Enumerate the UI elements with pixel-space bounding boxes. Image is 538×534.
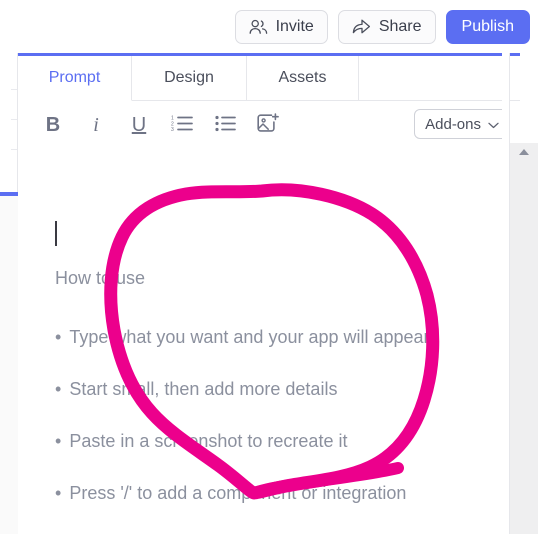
svg-text:3: 3 <box>171 127 174 132</box>
tab-prompt[interactable]: Prompt <box>18 56 132 101</box>
list-item: • Paste in a screenshot to recreate it <box>55 432 347 450</box>
publish-button[interactable]: Publish <box>445 9 530 44</box>
invite-button[interactable]: Invite <box>234 9 328 44</box>
list-item-text: Paste in a screenshot to recreate it <box>69 431 348 451</box>
tab-design[interactable]: Design <box>132 56 247 101</box>
list-item-text: Press '/' to add a component or integrat… <box>69 483 407 503</box>
vertical-scrollbar[interactable] <box>510 143 538 534</box>
bold-button[interactable]: B <box>36 109 70 143</box>
list-item-text: Start small, then add more details <box>69 379 338 399</box>
text-caret <box>55 221 57 246</box>
chevron-down-icon <box>488 116 499 133</box>
share-arrow-icon <box>352 18 371 35</box>
ordered-list-button[interactable]: 1 2 3 <box>165 109 199 143</box>
format-toolbar: B i U 1 2 3 Add-ons <box>18 101 520 150</box>
top-action-bar: Invite Share Publish <box>0 0 538 53</box>
tab-prompt-label: Prompt <box>48 69 101 86</box>
tab-bar: Prompt Design Assets <box>18 56 520 101</box>
bullet-marker: • <box>55 431 62 451</box>
italic-label: i <box>93 114 99 136</box>
bullet-marker: • <box>55 327 62 347</box>
bold-label: B <box>45 114 61 136</box>
left-rail <box>0 53 18 534</box>
numbered-list-icon: 1 2 3 <box>171 114 193 137</box>
share-button[interactable]: Share <box>337 9 436 44</box>
tab-assets[interactable]: Assets <box>247 56 359 101</box>
tab-bar-filler <box>359 56 520 101</box>
bullet-marker: • <box>55 379 62 399</box>
tab-design-label: Design <box>164 69 214 86</box>
people-icon <box>249 19 268 35</box>
share-button-label: Share <box>378 17 422 35</box>
insert-image-button[interactable] <box>251 109 285 143</box>
underline-button[interactable]: U <box>122 109 156 143</box>
italic-button[interactable]: i <box>79 109 113 143</box>
rail-tick <box>11 149 17 150</box>
rail-tick <box>11 89 17 90</box>
rail-lower-section <box>0 196 18 534</box>
publish-button-label: Publish <box>461 17 514 35</box>
bullet-list-button[interactable] <box>208 109 242 143</box>
list-item: • Press '/' to add a component or integra… <box>55 484 406 502</box>
list-item: • Type what you want and your app will ap… <box>55 328 430 346</box>
list-item-text: Type what you want and your app will app… <box>69 327 430 347</box>
addons-label: Add-ons <box>425 115 481 133</box>
rail-tick <box>11 119 17 120</box>
rail-active-indicator <box>0 192 18 196</box>
invite-button-label: Invite <box>275 17 314 35</box>
underline-label: U <box>131 114 147 136</box>
panel-right-edge <box>502 53 510 534</box>
scroll-up-arrow-icon[interactable] <box>519 149 529 155</box>
bullet-marker: • <box>55 483 62 503</box>
prompt-panel: Prompt Design Assets B i U 1 2 3 Add-ons… <box>18 53 520 534</box>
prompt-editor[interactable]: How to use • Type what you want and your … <box>18 150 502 534</box>
tab-assets-label: Assets <box>278 69 327 86</box>
add-image-icon <box>257 112 279 139</box>
addons-dropdown[interactable]: Add-ons <box>414 109 510 139</box>
list-item: • Start small, then add more details <box>55 380 337 398</box>
bulleted-list-icon <box>214 114 236 137</box>
editor-heading: How to use <box>55 268 146 288</box>
